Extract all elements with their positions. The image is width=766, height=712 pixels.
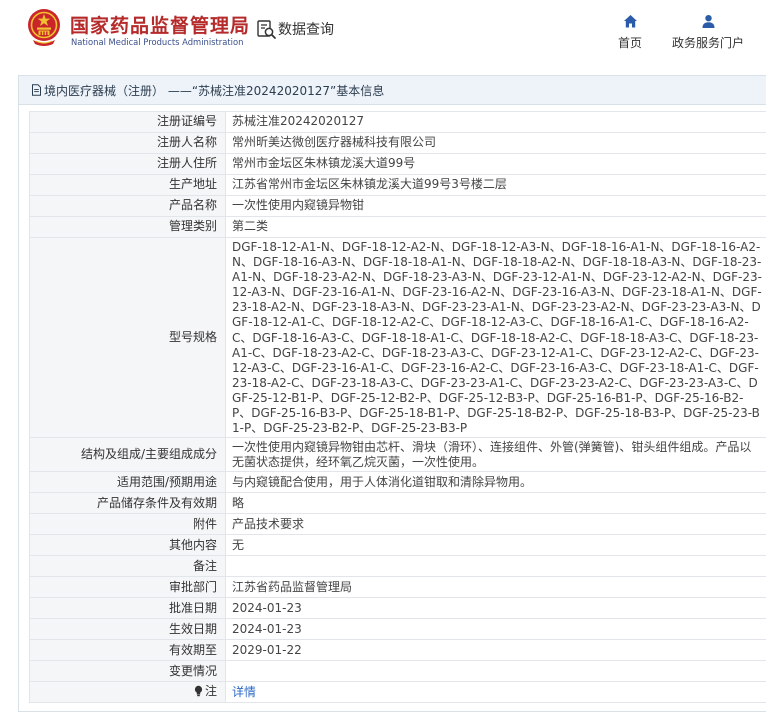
field-value-note: 详情 [225,681,766,704]
field-label-remarks: 备注 [29,555,226,578]
national-emblem-icon [28,9,60,46]
field-label-storage-validity: 产品储存条件及有效期 [29,492,226,515]
home-icon [623,15,637,28]
table-row: 产品储存条件及有效期 略 [29,492,766,515]
field-label-approval-department: 审批部门 [29,576,226,599]
nav-gov-service-portal[interactable]: 政务服务门户 [672,14,744,51]
data-query-label: 数据查询 [278,22,334,38]
field-value-structure-composition: 一次性使用内窥镜异物钳由芯杆、滑块（滑环）、连接组件、外管(弹簧管)、钳头组件组… [225,437,766,473]
field-label-production-address: 生产地址 [29,174,226,196]
panel-title: 境内医疗器械（注册） ——“苏械注准20242020127”基本信息 [44,83,385,98]
table-row: 注册证编号 苏械注准20242020127 [29,111,766,133]
nav-home[interactable]: 首页 [618,14,642,51]
field-label-change-status: 变更情况 [29,660,226,683]
registration-info-table: 注册证编号 苏械注准20242020127 注册人名称 常州昕美达微创医疗器械科… [29,111,766,704]
field-label-note: 注 [29,681,226,704]
field-label-registrant-address: 注册人住所 [29,153,226,175]
table-row: 管理类别 第二类 [29,216,766,238]
field-label-registrant-name: 注册人名称 [29,132,226,154]
note-label-text: 注 [204,683,217,698]
field-value-storage-validity: 略 [225,492,766,515]
table-row: 注 详情 [29,681,766,704]
data-query-icon [257,19,276,39]
panel-title-bar: 境内医疗器械（注册） ——“苏械注准20242020127”基本信息 [19,76,766,105]
table-row: 有效期至 2029-01-22 [29,639,766,662]
document-icon [32,84,41,96]
field-value-intended-use: 与内窥镜配合使用，用于人体消化道钳取和清除异物用。 [225,471,766,494]
user-icon [702,15,714,28]
details-link[interactable]: 详情 [232,685,256,699]
field-label-effective-date: 生效日期 [29,618,226,641]
field-value-registration-no: 苏械注准20242020127 [225,111,766,133]
table-row: 生效日期 2024-01-23 [29,618,766,641]
field-value-attachment: 产品技术要求 [225,513,766,536]
field-label-management-class: 管理类别 [29,216,226,238]
table-row: 注册人名称 常州昕美达微创医疗器械科技有限公司 [29,132,766,154]
field-value-production-address: 江苏省常州市金坛区朱林镇龙溪大道99号3号楼二层 [225,174,766,196]
table-row: 结构及组成/主要组成成分 一次性使用内窥镜异物钳由芯杆、滑块（滑环）、连接组件、… [29,437,766,473]
field-label-model-spec: 型号规格 [29,236,226,439]
field-value-registrant-name: 常州昕美达微创医疗器械科技有限公司 [225,132,766,154]
field-value-product-name: 一次性使用内窥镜异物钳 [225,195,766,217]
field-value-approval-department: 江苏省药品监督管理局 [225,576,766,599]
field-value-other-content: 无 [225,534,766,557]
site-header: 国家药品监督管理局 National Medical Products Admi… [0,0,766,66]
field-label-other-content: 其他内容 [29,534,226,557]
field-value-expiry-date: 2029-01-22 [225,639,766,662]
field-value-remarks [225,555,766,578]
field-label-registration-no: 注册证编号 [29,111,226,133]
table-row: 附件 产品技术要求 [29,513,766,536]
nav-gov-label: 政务服务门户 [672,36,745,50]
field-value-approval-date: 2024-01-23 [225,597,766,620]
field-label-approval-date: 批准日期 [29,597,226,620]
table-row: 变更情况 [29,660,766,683]
field-value-effective-date: 2024-01-23 [225,618,766,641]
field-value-model-spec: DGF-18-12-A1-N、DGF-18-12-A2-N、DGF-18-12-… [225,236,766,439]
field-value-change-status [225,660,766,683]
field-label-attachment: 附件 [29,513,226,536]
agency-name-en: National Medical Products Administration [71,37,244,47]
table-row: 其他内容 无 [29,534,766,557]
field-label-expiry-date: 有效期至 [29,639,226,662]
lightbulb-icon [194,685,203,697]
table-row: 生产地址 江苏省常州市金坛区朱林镇龙溪大道99号3号楼二层 [29,174,766,196]
table-row: 适用范围/预期用途 与内窥镜配合使用，用于人体消化道钳取和清除异物用。 [29,471,766,494]
field-value-management-class: 第二类 [225,216,766,238]
field-value-registrant-address: 常州市金坛区朱林镇龙溪大道99号 [225,153,766,175]
data-query-link[interactable]: 数据查询 [256,18,334,40]
table-row: 注册人住所 常州市金坛区朱林镇龙溪大道99号 [29,153,766,175]
table-row: 备注 [29,555,766,578]
field-label-intended-use: 适用范围/预期用途 [29,471,226,494]
table-row: 批准日期 2024-01-23 [29,597,766,620]
table-row: 型号规格 DGF-18-12-A1-N、DGF-18-12-A2-N、DGF-1… [29,236,766,439]
detail-panel: 境内医疗器械（注册） ——“苏械注准20242020127”基本信息 注册证编号… [18,75,766,712]
nav-home-label: 首页 [618,36,643,50]
table-row: 产品名称 一次性使用内窥镜异物钳 [29,195,766,217]
field-label-structure-composition: 结构及组成/主要组成成分 [29,437,226,473]
table-row: 审批部门 江苏省药品监督管理局 [29,576,766,599]
agency-name-cn: 国家药品监督管理局 [70,15,251,37]
field-label-product-name: 产品名称 [29,195,226,217]
note-label-wrap: 注 [193,684,217,699]
